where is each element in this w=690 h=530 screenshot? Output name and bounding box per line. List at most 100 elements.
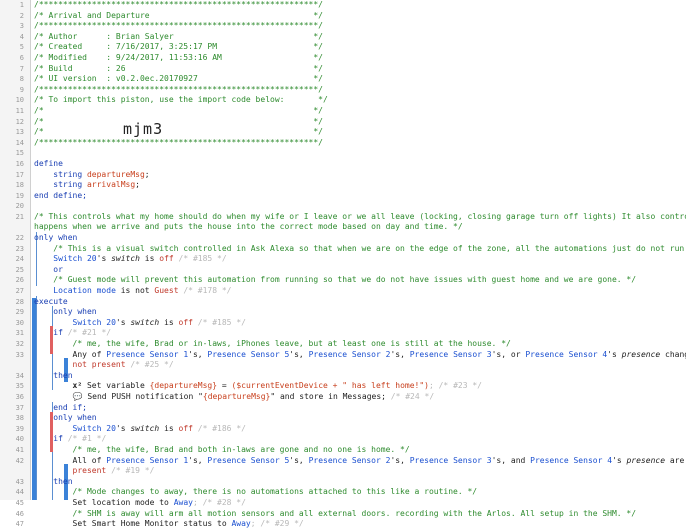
code-token[interactable]: Presence Sensor 4 [530,456,612,465]
code-token: ; [144,169,150,179]
line-number: 46 [15,509,24,518]
code-token[interactable]: Switch 20 [73,424,116,433]
code-text: not present /* #25 */ [34,360,686,371]
line-number: 39 [15,424,24,433]
code-line: 25 or [0,265,690,276]
code-line: 29 only when [0,307,690,318]
code-token: are not [669,455,685,465]
code-token: /* #185 */ [192,317,246,327]
code-line: 31 if /* #21 */ [0,328,690,339]
line-number: 7 [19,64,24,73]
code-token: ; /* #28 */ [192,497,246,507]
code-line: 9 /**************************************… [0,85,690,96]
code-token: /* */ [34,105,323,115]
code-line: 10 /* To import this piston, use the impo… [0,95,690,106]
code-text: x² Set variable {departureMsg} = ($curre… [34,381,686,392]
code-text: /* */ [34,106,686,117]
code-token[interactable]: {departureMsg} [203,392,270,401]
line-number: 13 [15,128,24,137]
code-token[interactable]: {departureMsg} [150,381,217,390]
code-token: switch [130,423,160,433]
code-token[interactable]: Switch 20 [53,254,96,263]
code-token: /* UI version : v0.2.0ec.20170927 */ [34,74,323,84]
code-token: Set location mode to [34,497,174,507]
line-number: 43 [15,477,24,486]
code-text: Switch 20's switch is off /* #185 */ [34,254,686,265]
code-text: Location mode is not Guest /* #178 */ [34,286,686,297]
code-text: only when [34,413,686,424]
code-token[interactable]: Presence Sensor 1 [106,350,188,359]
code-token[interactable]: ($currentEventDevice + " has left home!"… [232,381,429,390]
code-token[interactable]: Presence Sensor 5 [207,456,289,465]
code-text: /* Author : Brian Salyer */ [34,32,686,43]
code-token: 's [607,349,622,359]
code-token: execute [34,296,68,306]
code-line: 11 /* */ [0,106,690,117]
code-token[interactable]: Presence Sensor 2 [309,456,391,465]
line-number: 47 [15,520,24,529]
line-number: 36 [15,392,24,401]
code-line: 44 /* Mode changes to away, there is no … [0,487,690,498]
code-token: /* #21 */ [62,328,112,338]
code-text: /* SHM is away will arm all motion senso… [34,509,686,520]
code-line: 47 Set Smart Home Monitor status to Away… [0,519,690,530]
code-text: /* This controls what my home should do … [34,212,686,223]
line-number: 2 [19,11,24,20]
code-token[interactable]: Presence Sensor 1 [106,456,188,465]
code-token: not present [72,360,126,370]
code-token: presence [626,455,666,465]
code-line: not present /* #25 */ [0,360,690,371]
code-text: /* me, the wife, Brad and both in-laws a… [34,445,686,456]
code-token[interactable]: Away [231,519,250,528]
code-token[interactable]: Location mode [53,286,116,295]
line-number: 44 [15,488,24,497]
code-text: define [34,159,686,170]
code-token: if [34,434,63,444]
code-token[interactable]: Presence Sensor 5 [207,350,289,359]
code-token: /* Arrival and Departure */ [34,10,323,20]
line-number: 19 [15,191,24,200]
code-token: Send PUSH notification " [82,391,203,401]
code-text: Switch 20's switch is off /* #186 */ [34,424,686,435]
code-line: 2 /* Arrival and Departure */ [0,11,690,22]
code-token[interactable]: Away [174,498,193,507]
line-number: 30 [15,318,24,327]
code-token[interactable]: departureMsg [87,170,145,179]
code-token: switch [111,254,140,264]
code-line: 22 only when [0,233,690,244]
code-token: /* Author : Brian Salyer */ [34,31,323,41]
code-text: end if; [34,403,686,414]
code-line: 3 /**************************************… [0,21,690,32]
line-number: 16 [15,159,24,168]
code-token[interactable]: arrivalMsg [87,180,135,189]
code-token[interactable]: Presence Sensor 2 [309,350,391,359]
code-token[interactable]: Switch 20 [73,318,116,327]
code-line: 21 /* This controls what my home should d… [0,212,690,223]
code-line: 46 /* SHM is away will arm all motion se… [0,509,690,520]
code-text: /* To import this piston, use the import… [34,95,686,106]
code-line: 1 /**************************************… [0,0,690,11]
line-number: 35 [15,382,24,391]
code-token[interactable]: Presence Sensor 3 [410,350,492,359]
code-token: /* SHM is away will arm all motion senso… [34,508,637,518]
code-token: /* Build : 26 */ [34,63,323,73]
line-number: 41 [15,445,24,454]
code-text: execute [34,297,686,308]
code-line: present /* #19 */ [0,466,690,477]
line-number: 11 [15,106,24,115]
code-token[interactable]: Presence Sensor 4 [525,350,607,359]
code-token: /***************************************… [34,137,323,147]
line-number: 42 [15,456,24,465]
code-text: present /* #19 */ [34,466,686,477]
line-number: 17 [15,170,24,179]
code-token: define [34,158,63,168]
code-token: presence [621,349,661,359]
code-token: /* #186 */ [192,423,246,433]
code-text: 💬 Send PUSH notification "{departureMsg}… [34,392,686,403]
code-token: " and store in Messages; [270,391,391,401]
code-token[interactable]: Presence Sensor 3 [410,456,492,465]
code-token: = [217,381,232,391]
code-text: happens when we arrive and puts the hous… [34,222,686,233]
